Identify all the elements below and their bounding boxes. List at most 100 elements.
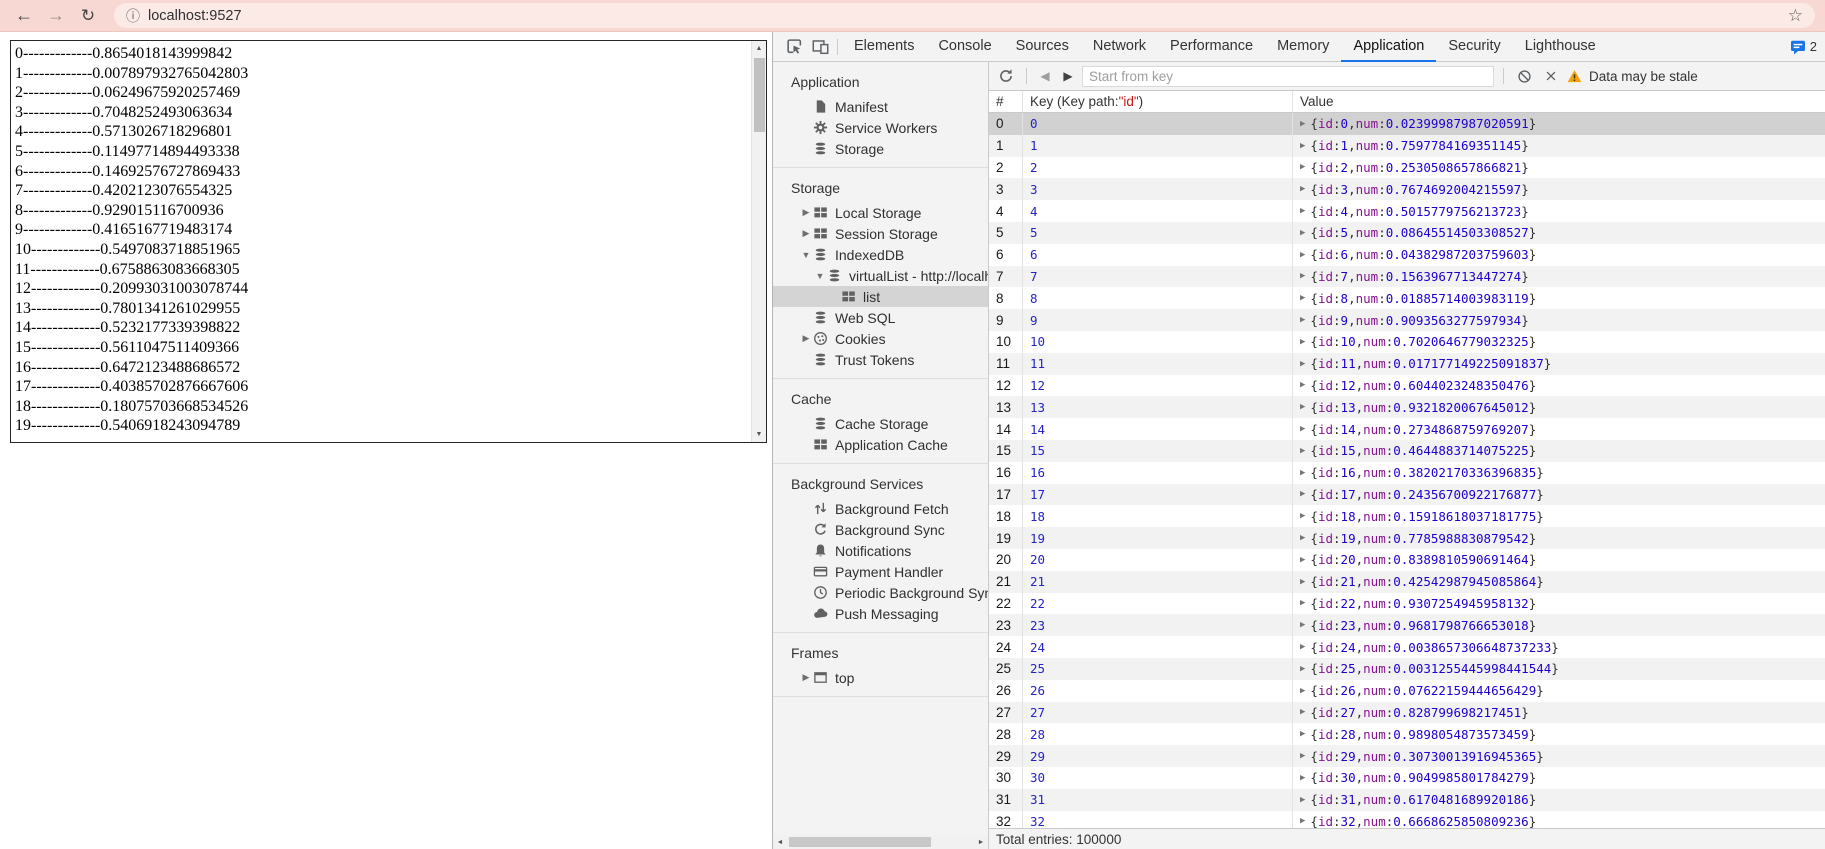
expand-triangle-icon[interactable]: ▶ [1300,293,1305,303]
expand-triangle-icon[interactable]: ▶ [1300,271,1305,281]
expand-triangle-icon[interactable]: ▶ [1300,337,1305,347]
expand-triangle-icon[interactable]: ▶ [1300,315,1305,325]
table-row[interactable]: 25 25 ▶{id: 25, num: 0.00312554459984415… [989,657,1825,680]
devtools-tab[interactable]: Application [1341,32,1437,62]
table-row[interactable]: 7 7 ▶{id: 7, num: 0.1563967713447274} [989,265,1825,288]
expand-triangle-icon[interactable]: ▶ [1300,424,1305,434]
chevron-collapsed-icon[interactable]: ▶ [799,228,813,239]
expand-triangle-icon[interactable]: ▶ [1300,707,1305,717]
table-row[interactable]: 10 10 ▶{id: 10, num: 0.7020646779032325} [989,330,1825,353]
expand-triangle-icon[interactable]: ▶ [1300,446,1305,456]
chevron-expanded-icon[interactable]: ▼ [813,271,827,281]
sidebar-item-periodic-background-sync[interactable]: Periodic Background Sync [773,582,988,603]
address-bar[interactable]: ⓘ localhost:9527 ☆ [114,3,1815,28]
table-row[interactable]: 4 4 ▶{id: 4, num: 0.5015779756213723} [989,200,1825,222]
expand-triangle-icon[interactable]: ▶ [1300,206,1305,216]
back-icon[interactable]: ← [10,3,38,29]
chevron-expanded-icon[interactable]: ▼ [799,250,813,260]
info-icon[interactable]: ⓘ [126,6,140,26]
table-row[interactable]: 8 8 ▶{id: 8, num: 0.01885714003983119} [989,287,1825,310]
expand-triangle-icon[interactable]: ▶ [1300,250,1305,260]
table-row[interactable]: 15 15 ▶{id: 15, num: 0.4644883714075225} [989,439,1825,462]
column-header-index[interactable]: # [989,91,1023,112]
refresh-icon[interactable] [995,65,1017,87]
scroll-left-icon[interactable]: ◄ [773,839,787,846]
expand-triangle-icon[interactable]: ▶ [1300,511,1305,521]
expand-triangle-icon[interactable]: ▶ [1300,184,1305,194]
clear-object-store-icon[interactable] [1513,65,1535,87]
sidebar-item-manifest[interactable]: Manifest [773,96,988,117]
scroll-thumb[interactable] [789,837,931,847]
table-row[interactable]: 17 17 ▶{id: 17, num: 0.24356700922176877… [989,483,1825,506]
expand-triangle-icon[interactable]: ▶ [1300,468,1305,478]
sidebar-item-background-sync[interactable]: Background Sync [773,519,988,540]
table-row[interactable]: 21 21 ▶{id: 21, num: 0.42542987945085864… [989,570,1825,593]
expand-triangle-icon[interactable]: ▶ [1300,620,1305,630]
devtools-tab[interactable]: Elements [842,32,926,62]
sidebar-item-payment-handler[interactable]: Payment Handler [773,561,988,582]
sidebar-item-cache-storage[interactable]: Cache Storage [773,413,988,434]
expand-triangle-icon[interactable]: ▶ [1300,816,1305,826]
device-toolbar-icon[interactable] [807,34,833,60]
table-row[interactable]: 3 3 ▶{id: 3, num: 0.7674692004215597} [989,178,1825,201]
sidebar-item-top[interactable]: ▶ top [773,667,988,688]
table-row[interactable]: 27 27 ▶{id: 27, num: 0.828799698217451} [989,701,1825,724]
table-row[interactable]: 19 19 ▶{id: 19, num: 0.7785988830879542} [989,527,1825,549]
scroll-thumb[interactable] [754,58,765,132]
expand-triangle-icon[interactable]: ▶ [1300,642,1305,652]
previous-page-icon[interactable]: ◀ [1036,69,1054,83]
devtools-tab[interactable]: Performance [1158,32,1265,62]
inspect-element-icon[interactable] [781,34,807,60]
table-row[interactable]: 9 9 ▶{id: 9, num: 0.9093563277597934} [989,309,1825,331]
start-from-key-input[interactable] [1082,65,1494,87]
table-row[interactable]: 14 14 ▶{id: 14, num: 0.2734868759769207} [989,418,1825,440]
next-page-icon[interactable]: ▶ [1059,69,1077,83]
expand-triangle-icon[interactable]: ▶ [1300,162,1305,172]
expand-triangle-icon[interactable]: ▶ [1300,489,1305,499]
page-vertical-scrollbar[interactable]: ▲ ▼ [751,41,766,442]
sidebar-item-application-cache[interactable]: Application Cache [773,434,988,455]
table-row[interactable]: 1 1 ▶{id: 1, num: 0.7597784169351145} [989,134,1825,157]
expand-triangle-icon[interactable]: ▶ [1300,359,1305,369]
expand-triangle-icon[interactable]: ▶ [1300,773,1305,783]
table-row[interactable]: 31 31 ▶{id: 31, num: 0.6170481689920186} [989,788,1825,811]
expand-triangle-icon[interactable]: ▶ [1300,598,1305,608]
delete-selected-icon[interactable] [1540,65,1562,87]
expand-triangle-icon[interactable]: ▶ [1300,141,1305,151]
sidebar-item-notifications[interactable]: Notifications [773,540,988,561]
table-row[interactable]: 5 5 ▶{id: 5, num: 0.08645514503308527} [989,221,1825,244]
devtools-tab[interactable]: Sources [1004,32,1081,62]
sidebar-item-indexeddb[interactable]: ▼ IndexedDB [773,244,988,265]
expand-triangle-icon[interactable]: ▶ [1300,686,1305,696]
table-row[interactable]: 12 12 ▶{id: 12, num: 0.6044023248350476} [989,374,1825,397]
column-header-key[interactable]: Key (Key path: "id") [1023,91,1293,112]
table-row[interactable]: 0 0 ▶{id: 0, num: 0.02399987987020591} [989,113,1825,135]
sidebar-item-background-fetch[interactable]: Background Fetch [773,498,988,519]
sidebar-item-list[interactable]: list [773,286,988,307]
table-row[interactable]: 13 13 ▶{id: 13, num: 0.9321820067645012} [989,396,1825,419]
table-row[interactable]: 18 18 ▶{id: 18, num: 0.15918618037181775… [989,505,1825,528]
chevron-collapsed-icon[interactable]: ▶ [799,672,813,683]
expand-triangle-icon[interactable]: ▶ [1300,119,1305,129]
sidebar-item-storage[interactable]: Storage [773,138,988,159]
sidebar-item-web-sql[interactable]: Web SQL [773,307,988,328]
expand-triangle-icon[interactable]: ▶ [1300,664,1305,674]
scroll-right-icon[interactable]: ► [974,839,988,846]
table-row[interactable]: 30 30 ▶{id: 30, num: 0.9049985801784279} [989,766,1825,789]
expand-triangle-icon[interactable]: ▶ [1300,795,1305,805]
table-row[interactable]: 29 29 ▶{id: 29, num: 0.30730013916945365… [989,745,1825,767]
table-row[interactable]: 20 20 ▶{id: 20, num: 0.8389810590691464} [989,548,1825,571]
number-list-box[interactable]: 0-------------0.8654018143999842 1------… [10,40,767,443]
sidebar-item-session-storage[interactable]: ▶ Session Storage [773,223,988,244]
scroll-up-icon[interactable]: ▲ [752,41,766,56]
expand-triangle-icon[interactable]: ▶ [1300,380,1305,390]
sidebar-horizontal-scrollbar[interactable]: ◄ ► [773,835,988,849]
table-row[interactable]: 26 26 ▶{id: 26, num: 0.07622159444656429… [989,679,1825,702]
chevron-collapsed-icon[interactable]: ▶ [799,207,813,218]
table-row[interactable]: 24 24 ▶{id: 24, num: 0.00386573066487372… [989,636,1825,658]
expand-triangle-icon[interactable]: ▶ [1300,228,1305,238]
devtools-tab[interactable]: Security [1436,32,1512,62]
chevron-collapsed-icon[interactable]: ▶ [799,333,813,344]
devtools-tab[interactable]: Network [1081,32,1158,62]
scroll-down-icon[interactable]: ▼ [752,427,766,442]
